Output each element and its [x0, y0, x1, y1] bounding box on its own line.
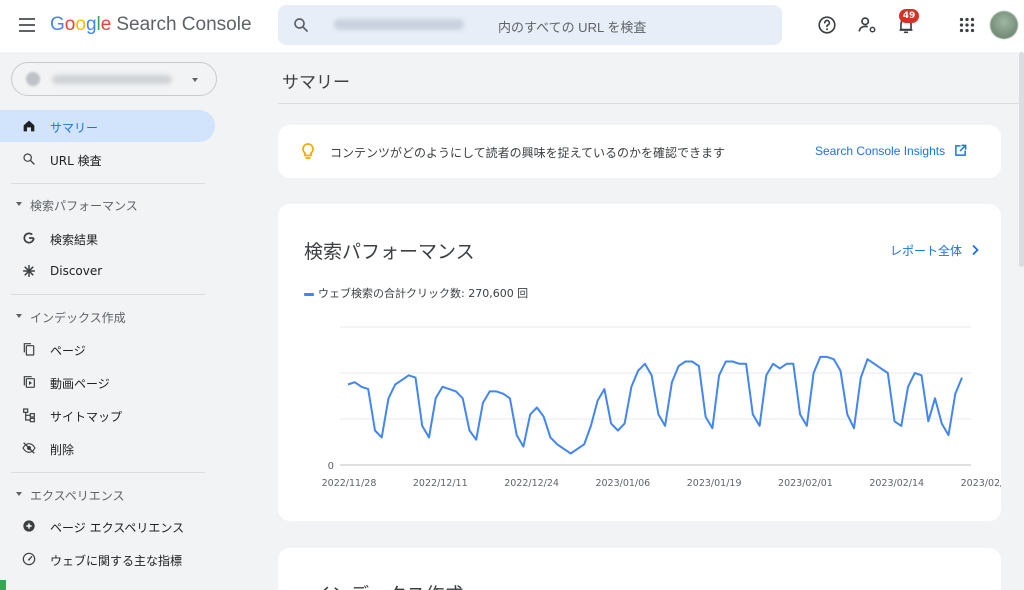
sidebar-item-discover[interactable]: Discover: [0, 255, 215, 287]
x-tick-label: 2022/11/28: [322, 478, 377, 489]
blurred-property-name: [52, 75, 172, 84]
sidebar-item-removals[interactable]: 削除: [0, 432, 215, 464]
sidebar-item-label: サマリー: [50, 121, 99, 135]
logo-letter: g: [85, 14, 97, 35]
sidebar-item-search-results[interactable]: 検索結果: [0, 222, 215, 254]
sidebar-item-video-pages[interactable]: 動画ページ: [0, 366, 215, 398]
sidebar-item-label: 削除: [50, 443, 75, 457]
main-menu-icon[interactable]: [16, 14, 38, 36]
google-g-icon: [23, 232, 35, 244]
sidebar-item-pages[interactable]: ページ: [0, 333, 215, 365]
section-label: インデックス作成: [30, 311, 126, 325]
search-console-insights-link[interactable]: Search Console Insights: [815, 144, 945, 158]
insights-description: コンテンツがどのようにして読者の興味を捉えているのかを確認できます: [330, 146, 726, 160]
sidebar-item-label: ウェブに関する主な指標: [50, 554, 183, 568]
sidebar-divider: [11, 294, 205, 295]
apps-grid-icon[interactable]: [956, 14, 978, 36]
sidebar-item-label: Discover: [50, 264, 103, 278]
collapse-caret-icon: [16, 492, 22, 496]
sidebar-item-url-inspection[interactable]: URL 検査: [0, 143, 215, 175]
logo-letter: G: [50, 14, 65, 35]
blurred-property-url: [334, 19, 464, 30]
sidebar-item-label: 検索結果: [50, 233, 99, 247]
logo-letter: o: [75, 14, 86, 35]
video-pages-icon: [23, 376, 35, 388]
sidebar-item-summary[interactable]: サマリー: [0, 110, 215, 142]
gauge-icon: [22, 552, 36, 566]
y-tick-label: 0: [328, 461, 334, 472]
page-experience-icon: [23, 520, 35, 532]
section-experience[interactable]: エクスペリエンス: [0, 482, 215, 506]
dropdown-caret-icon: [192, 78, 198, 82]
sidebar-item-page-experience[interactable]: ページ エクスペリエンス: [0, 510, 215, 542]
top-app-bar: Google Search Console 内のすべての URL を検査 49: [0, 0, 1024, 52]
search-performance-card: 検索パフォーマンス レポート全体 ウェブ検索の合計クリック数: 270,600 …: [278, 204, 1001, 521]
property-favicon: [26, 72, 40, 86]
sidebar-divider: [11, 472, 205, 473]
help-icon[interactable]: [816, 14, 838, 36]
x-tick-label: 2023/02/14: [869, 478, 924, 489]
sidebar-item-sitemaps[interactable]: サイトマップ: [0, 399, 215, 431]
pages-icon: [23, 343, 35, 356]
search-placeholder: 内のすべての URL を検査: [498, 20, 647, 35]
notification-count-badge: 49: [899, 9, 919, 23]
home-icon: [23, 120, 35, 132]
manage-users-icon[interactable]: [856, 14, 878, 36]
x-tick-label: 2023/02/01: [778, 478, 833, 489]
sidebar-item-label: ページ エクスペリエンス: [50, 521, 185, 535]
url-inspect-search-bar[interactable]: 内のすべての URL を検査: [278, 5, 782, 45]
section-label: エクスペリエンス: [30, 489, 125, 503]
sidebar-item-label: ページ: [50, 344, 86, 358]
insights-banner: コンテンツがどのようにして読者の興味を捉えているのかを確認できます Search…: [278, 125, 1001, 178]
page-scrollbar[interactable]: [1019, 52, 1024, 267]
discover-asterisk-icon: [22, 264, 36, 278]
x-tick-label: 2023/02/27: [961, 478, 1001, 489]
collapse-caret-icon: [16, 314, 22, 318]
sidebar-item-label: サイトマップ: [50, 410, 123, 424]
logo-letter: e: [100, 14, 112, 35]
indexing-card-title: インデックス作成: [312, 580, 463, 590]
google-search-console-logo[interactable]: Google Search Console: [50, 14, 252, 36]
sidebar: サマリー URL 検査 検索パフォーマンス 検索結果 Discover インデッ…: [0, 52, 222, 590]
section-label: 検索パフォーマンス: [30, 199, 138, 213]
x-tick-label: 2022/12/24: [504, 478, 559, 489]
indexing-card: インデックス作成: [278, 548, 1001, 590]
series-line-clicks[interactable]: [347, 355, 963, 455]
product-name: Search Console: [116, 14, 252, 35]
logo-letter: o: [64, 14, 76, 35]
x-tick-label: 2022/12/11: [413, 478, 468, 489]
sitemap-icon: [23, 408, 35, 423]
search-icon: [23, 153, 35, 165]
lightbulb-icon: [302, 143, 314, 159]
property-selector[interactable]: [11, 62, 217, 96]
search-icon: [294, 18, 308, 32]
feedback-tab[interactable]: [0, 580, 6, 590]
clicks-line-chart: 0 2022/11/28 2022/12/11 2022/12/24 2023/01/0…: [322, 326, 1001, 489]
sidebar-item-core-web-vitals[interactable]: ウェブに関する主な指標: [0, 543, 215, 575]
page-title: サマリー: [282, 73, 350, 93]
sidebar-item-label: 動画ページ: [50, 377, 110, 391]
section-search-performance[interactable]: 検索パフォーマンス: [0, 192, 215, 216]
account-avatar[interactable]: [990, 11, 1018, 39]
removal-icon: [22, 442, 36, 454]
x-tick-label: 2023/01/19: [687, 478, 742, 489]
open-in-new-icon[interactable]: [954, 144, 967, 157]
sidebar-item-label: URL 検査: [50, 154, 102, 168]
sidebar-divider: [11, 183, 205, 184]
collapse-caret-icon: [16, 202, 22, 206]
x-tick-label: 2023/01/06: [595, 478, 650, 489]
section-indexing[interactable]: インデックス作成: [0, 304, 215, 328]
title-divider: [278, 103, 1024, 104]
